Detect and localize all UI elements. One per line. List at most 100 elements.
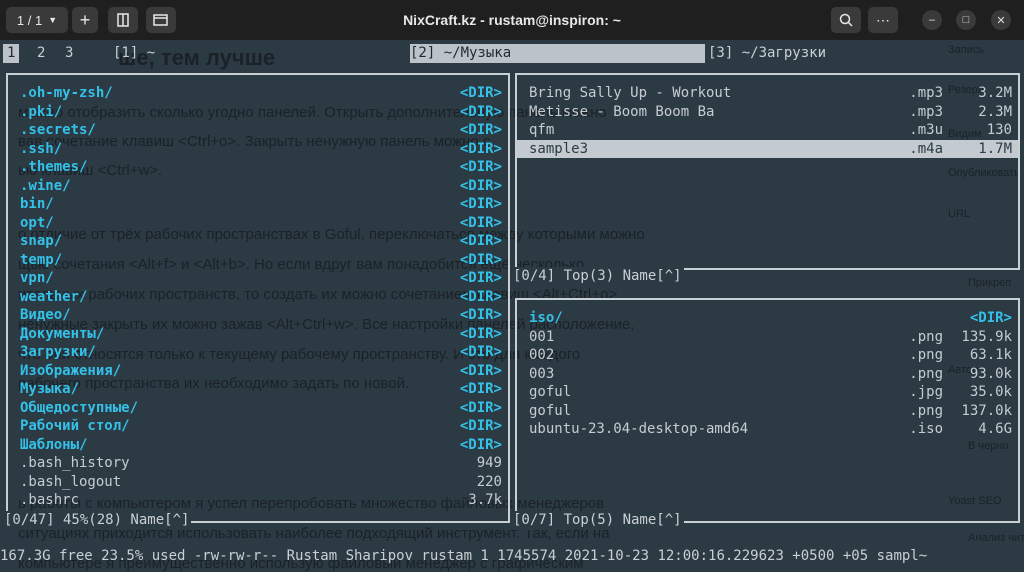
entry-size: 130 <box>986 122 1012 138</box>
entry-name: ubuntu-23.04-desktop-amd64 <box>529 421 749 437</box>
entry-size: 949 <box>476 455 502 471</box>
directory-row[interactable]: Музыка/ <DIR> <box>8 380 508 399</box>
entry-size: 135.9k <box>961 328 1012 345</box>
entry-extension: .png <box>909 365 943 382</box>
right-bottom-file-panel[interactable]: iso/ <DIR> 001 .png 135.9k 002 .png 63.1k 003 .pn… <box>515 298 1020 523</box>
directory-row[interactable]: iso/ <DIR> <box>517 309 1018 328</box>
file-row[interactable]: goful .png 137.0k <box>517 402 1018 421</box>
entry-size: <DIR> <box>459 85 502 101</box>
search-button[interactable] <box>831 7 861 33</box>
entry-size: 137.0k <box>961 402 1012 419</box>
workspace-tab-1[interactable]: 1 <box>3 44 20 63</box>
workspace-tab-3[interactable]: 3 <box>65 44 73 63</box>
directory-row[interactable]: snap/ <DIR> <box>8 232 508 251</box>
right-bottom-panel-status: [0/7] Top(5) Name[^] <box>511 511 684 530</box>
entry-size: <DIR> <box>459 399 502 416</box>
entry-size: <DIR> <box>459 214 502 231</box>
entry-name: 001 <box>529 328 555 345</box>
entry-name: weather/ <box>20 288 88 305</box>
entry-size: 1.7M <box>978 140 1012 157</box>
directory-row[interactable]: Видео/ <DIR> <box>8 306 508 325</box>
file-row[interactable]: ubuntu-23.04-desktop-amd64 .iso 4.6G <box>517 420 1018 439</box>
directory-row[interactable]: weather/ <DIR> <box>8 288 508 307</box>
terminal[interactable]: 1 2 3 [1] ~ [2] ~/Музыка [3] ~/Загрузки … <box>0 40 1024 571</box>
entry-extension: .png <box>909 402 943 419</box>
entry-size: <DIR> <box>459 436 502 453</box>
directory-row[interactable]: .pki/ <DIR> <box>8 103 508 122</box>
entry-name: .themes/ <box>20 159 88 175</box>
entry-name: Рабочий стол/ <box>20 418 130 434</box>
directory-row[interactable]: .themes/ <DIR> <box>8 158 508 177</box>
maximize-button[interactable]: □ <box>956 10 976 30</box>
entry-size: 4.6G <box>978 421 1012 437</box>
entry-extension: .jpg <box>909 384 943 400</box>
entry-size: <DIR> <box>459 381 502 397</box>
entry-name: 003 <box>529 365 555 382</box>
entry-extension: .m3u <box>909 122 943 138</box>
directory-row[interactable]: temp/ <DIR> <box>8 251 508 270</box>
file-row[interactable]: 003 .png 93.0k <box>517 365 1018 384</box>
directory-row[interactable]: .oh-my-zsh/ <DIR> <box>8 84 508 103</box>
entry-name: opt/ <box>20 214 54 231</box>
workspace-tab-2[interactable]: 2 <box>37 44 45 63</box>
entry-size: <DIR> <box>459 233 502 249</box>
file-row[interactable]: Metisse - Boom Boom Ba .mp3 2.3M <box>517 103 1018 122</box>
directory-row[interactable]: bin/ <DIR> <box>8 195 508 214</box>
file-row[interactable]: qfm .m3u 130 <box>517 121 1018 140</box>
entry-extension: .png <box>909 328 943 345</box>
directory-row[interactable]: Документы/ <DIR> <box>8 325 508 344</box>
entry-size: <DIR> <box>969 310 1012 326</box>
directory-row[interactable]: .secrets/ <DIR> <box>8 121 508 140</box>
minimize-button[interactable]: – <box>922 10 942 30</box>
directory-row[interactable]: Шаблоны/ <DIR> <box>8 436 508 455</box>
entry-size: <DIR> <box>459 177 502 194</box>
entry-name: .secrets/ <box>20 122 96 138</box>
entry-name: Bring Sally Up - Workout <box>529 85 732 101</box>
directory-row[interactable]: Загрузки/ <DIR> <box>8 343 508 362</box>
entry-extension: .mp3 <box>909 103 943 120</box>
file-row[interactable]: .bash_history 949 <box>8 454 508 473</box>
entry-size: 2.3M <box>978 103 1012 120</box>
entry-name: temp/ <box>20 251 63 268</box>
left-file-panel[interactable]: .oh-my-zsh/ <DIR> .pki/ <DIR> .secrets/ <DIR>… <box>6 73 510 523</box>
entry-size: <DIR> <box>459 140 502 157</box>
file-row[interactable]: Bring Sally Up - Workout .mp3 3.2M <box>517 84 1018 103</box>
entry-size: <DIR> <box>459 196 502 212</box>
right-top-panel-status: [0/4] Top(3) Name[^] <box>511 267 684 286</box>
entry-extension: .png <box>909 347 943 363</box>
directory-row[interactable]: .ssh/ <DIR> <box>8 140 508 159</box>
entry-size: <DIR> <box>459 288 502 305</box>
entry-name: Видео/ <box>20 307 71 323</box>
directory-row[interactable]: Изображения/ <DIR> <box>8 362 508 381</box>
entry-size: <DIR> <box>459 159 502 175</box>
entry-name: .ssh/ <box>20 140 63 157</box>
entry-size: <DIR> <box>459 325 502 342</box>
entry-name: Изображения/ <box>20 362 122 379</box>
entry-name: qfm <box>529 122 555 138</box>
directory-row[interactable]: vpn/ <DIR> <box>8 269 508 288</box>
more-icon: ⋯ <box>876 11 890 28</box>
file-row[interactable]: sample3 .m4a 1.7M <box>517 139 1018 158</box>
file-row[interactable]: goful .jpg 35.0k <box>517 383 1018 402</box>
file-row[interactable]: 001 .png 135.9k <box>517 328 1018 347</box>
file-row[interactable]: 002 .png 63.1k <box>517 346 1018 365</box>
close-button[interactable]: ✕ <box>991 10 1011 30</box>
right-top-file-panel[interactable]: Bring Sally Up - Workout .mp3 3.2M Metisse … <box>515 73 1020 270</box>
directory-row[interactable]: .wine/ <DIR> <box>8 177 508 196</box>
file-row[interactable]: .bashrc 3.7k <box>8 491 508 510</box>
directory-row[interactable]: Общедоступные/ <DIR> <box>8 399 508 418</box>
entry-size: <DIR> <box>459 344 502 360</box>
entry-name: bin/ <box>20 196 54 212</box>
entry-name: .pki/ <box>20 103 63 120</box>
entry-name: 002 <box>529 347 555 363</box>
entry-size: <DIR> <box>459 362 502 379</box>
pane-tab-2[interactable]: [2] ~/Музыка <box>410 44 705 63</box>
menu-button[interactable]: ⋯ <box>868 7 898 33</box>
directory-row[interactable]: opt/ <DIR> <box>8 214 508 233</box>
entry-name: Музыка/ <box>20 381 80 397</box>
directory-row[interactable]: Рабочий стол/ <DIR> <box>8 417 508 436</box>
pane-tab-3[interactable]: [3] ~/Загрузки <box>708 44 826 63</box>
pane-tab-1[interactable]: [1] ~ <box>113 44 155 63</box>
file-row[interactable]: .bash_logout 220 <box>8 473 508 492</box>
close-icon: ✕ <box>996 14 1006 27</box>
